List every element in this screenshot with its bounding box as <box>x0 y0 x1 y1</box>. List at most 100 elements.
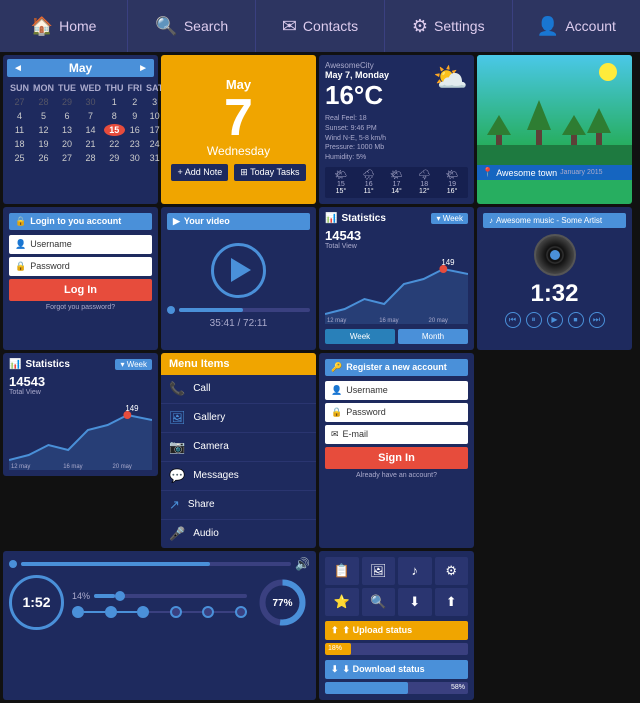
cal-day[interactable]: 4 <box>9 110 30 122</box>
video-progress-bar[interactable] <box>179 308 310 312</box>
status-icon-search[interactable]: 🔍 <box>362 588 396 616</box>
nav-search[interactable]: 🔍 Search <box>128 0 256 52</box>
cal-day[interactable]: 16 <box>127 124 144 136</box>
status-icon-star[interactable]: ⭐ <box>325 588 359 616</box>
status-icon-music[interactable]: ♪ <box>398 557 432 585</box>
status-icon-settings[interactable]: ⚙ <box>435 557 469 585</box>
audio-bar[interactable] <box>21 562 291 566</box>
cal-day[interactable]: 27 <box>9 96 30 108</box>
big-chart-svg: 149 12 may 16 may 20 may <box>325 254 468 324</box>
cal-day[interactable]: 22 <box>104 138 125 150</box>
cal-day[interactable]: 2 <box>127 96 144 108</box>
cal-next[interactable]: ► <box>138 63 148 74</box>
step-1[interactable] <box>72 606 84 618</box>
reg-username-placeholder: Username <box>346 385 388 395</box>
cal-day[interactable]: 9 <box>127 110 144 122</box>
cal-day[interactable]: 12 <box>32 124 55 136</box>
play-button-music[interactable]: ▶ <box>547 312 563 328</box>
cal-day[interactable]: 18 <box>9 138 30 150</box>
next-button[interactable]: ⏭ <box>589 312 605 328</box>
svg-text:77%: 77% <box>272 598 292 609</box>
forecast-day: 🌤1916° <box>439 170 465 195</box>
register-header-text: Register a new account <box>346 362 447 372</box>
menu-item[interactable]: 💬Messages <box>161 462 316 491</box>
menu-item-label: Camera <box>193 441 229 452</box>
small-stats-title: Statistics <box>25 359 69 370</box>
nav-settings[interactable]: ⚙ Settings <box>385 0 513 52</box>
prev-button[interactable]: ⏮ <box>505 312 521 328</box>
upload-status-button[interactable]: ⬆ ⬆ Upload status <box>325 621 468 640</box>
cal-day[interactable]: 25 <box>9 152 30 164</box>
small-week-badge[interactable]: ▾ Week <box>115 359 152 370</box>
nav-contacts[interactable]: ✉ Contacts <box>256 0 384 52</box>
week-button[interactable]: Week <box>325 329 395 344</box>
pause-button[interactable]: ⏸ <box>526 312 542 328</box>
menu-item-label: Gallery <box>194 412 226 423</box>
cal-day[interactable]: 30 <box>127 152 144 164</box>
cal-prev[interactable]: ◄ <box>13 63 23 74</box>
today-tasks-button[interactable]: ⊞ Today Tasks <box>234 164 305 181</box>
cal-day[interactable]: 26 <box>32 152 55 164</box>
menu-item[interactable]: 🖼Gallery <box>161 404 316 433</box>
stop-button[interactable]: ⏹ <box>568 312 584 328</box>
svg-text:149: 149 <box>441 258 455 267</box>
reg-username-input[interactable]: 👤 Username <box>325 381 468 400</box>
cal-day[interactable]: 28 <box>32 96 55 108</box>
cal-day[interactable]: 20 <box>57 138 77 150</box>
calendar-header: ◄ May ► <box>7 59 154 77</box>
cal-day[interactable]: 15 <box>104 124 125 136</box>
add-note-button[interactable]: + Add Note <box>171 164 228 181</box>
month-button[interactable]: Month <box>398 329 468 344</box>
username-input-container[interactable]: 👤 Username <box>9 235 152 254</box>
step-5[interactable] <box>202 606 214 618</box>
step-6[interactable] <box>235 606 247 618</box>
cal-day[interactable]: 29 <box>104 152 125 164</box>
forecast-day: 🌤1714° <box>384 170 410 195</box>
cal-day[interactable]: 6 <box>57 110 77 122</box>
nav-home[interactable]: 🏠 Home <box>0 0 128 52</box>
slider-thumb[interactable] <box>115 591 125 601</box>
week-badge-button[interactable]: ▾ Week <box>431 213 468 224</box>
password-input-container[interactable]: 🔒 Password <box>9 257 152 276</box>
step-3[interactable] <box>137 606 149 618</box>
play-button[interactable] <box>211 243 266 298</box>
step-4[interactable] <box>170 606 182 618</box>
time-circle: 1:52 <box>9 575 64 630</box>
account-icon: 👤 <box>537 16 559 37</box>
cal-day[interactable]: 8 <box>104 110 125 122</box>
status-icon-docs[interactable]: 📋 <box>325 557 359 585</box>
svg-text:16 may: 16 may <box>379 318 398 324</box>
cal-day[interactable]: 13 <box>57 124 77 136</box>
slider-track[interactable] <box>94 594 247 598</box>
signin-button[interactable]: Sign In <box>325 447 468 469</box>
status-icon-gallery[interactable]: 🖼 <box>362 557 396 585</box>
cal-day[interactable]: 7 <box>79 110 102 122</box>
menu-item[interactable]: ↗Share <box>161 491 316 520</box>
cal-day[interactable]: 5 <box>32 110 55 122</box>
volume-icon[interactable]: 🔊 <box>295 557 310 571</box>
cal-day[interactable]: 1 <box>104 96 125 108</box>
cal-day[interactable]: 27 <box>57 152 77 164</box>
menu-item[interactable]: 📷Camera <box>161 433 316 462</box>
cal-day[interactable]: 28 <box>79 152 102 164</box>
big-date-widget: May 7 Wednesday + Add Note ⊞ Today Tasks <box>161 55 316 204</box>
reg-email-input[interactable]: ✉ E-mail <box>325 425 468 444</box>
login-button[interactable]: Log In <box>9 279 152 301</box>
nav-account[interactable]: 👤 Account <box>513 0 640 52</box>
cal-day[interactable]: 30 <box>79 96 102 108</box>
already-account-link[interactable]: Already have an account? <box>325 472 468 479</box>
status-icon-upload[interactable]: ⬆ <box>435 588 469 616</box>
forgot-password-link[interactable]: Forgot you password? <box>9 304 152 311</box>
cal-day[interactable]: 11 <box>9 124 30 136</box>
status-icon-download[interactable]: ⬇ <box>398 588 432 616</box>
cal-day[interactable]: 23 <box>127 138 144 150</box>
cal-day[interactable]: 19 <box>32 138 55 150</box>
menu-item[interactable]: 📞Call <box>161 375 316 404</box>
reg-password-input[interactable]: 🔒 Password <box>325 403 468 422</box>
download-status-button[interactable]: ⬇ ⬇ Download status <box>325 660 468 679</box>
step-2[interactable] <box>105 606 117 618</box>
cal-day[interactable]: 29 <box>57 96 77 108</box>
cal-day[interactable]: 14 <box>79 124 102 136</box>
menu-item[interactable]: 🎤Audio <box>161 520 316 548</box>
cal-day[interactable]: 21 <box>79 138 102 150</box>
